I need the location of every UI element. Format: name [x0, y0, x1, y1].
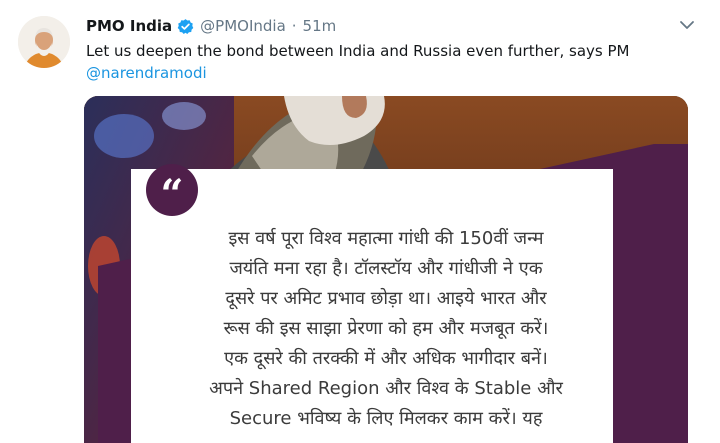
timestamp[interactable]: 51m — [303, 17, 337, 35]
quote-mark-icon: “ — [146, 164, 198, 218]
chevron-down-icon[interactable] — [678, 16, 696, 34]
author-handle[interactable]: @PMOIndia — [200, 17, 286, 35]
quote-line: इस वर्ष पूरा विश्व महात्मा गांधी की 150व… — [228, 228, 544, 249]
quote-line: एक दूसरे की तरक्की में और अधिक भागीदार ब… — [224, 348, 548, 369]
quote-line: Secure भविष्य के लिए मिलकर काम करें। यह — [229, 408, 543, 429]
verified-badge-icon — [177, 18, 194, 35]
mention-link[interactable]: @narendramodi — [86, 64, 207, 82]
tweet-media-image[interactable]: “ इस वर्ष पूरा विश्व महात्मा गांधी की 15… — [84, 96, 688, 443]
quote-line: रूस की इस साझा प्रेरणा को हम और मजबूत कर… — [223, 318, 549, 339]
quote-line: अपने Shared Region और विश्व के Stable और — [209, 378, 563, 399]
tweet-body: Let us deepen the bond between India and… — [86, 42, 630, 60]
tweet-header: PMO India @PMOIndia · 51m — [86, 14, 336, 38]
avatar[interactable] — [18, 16, 70, 68]
quote-line: दूसरे पर अमिट प्रभाव छोड़ा था। आइये भारत… — [225, 288, 547, 309]
quote-text: इस वर्ष पूरा विश्व महात्मा गांधी की 150व… — [166, 224, 606, 434]
author-name[interactable]: PMO India — [86, 17, 172, 35]
tweet-text: Let us deepen the bond between India and… — [86, 40, 686, 84]
separator-dot: · — [291, 17, 297, 35]
quote-line: जयंति मना रहा है। टॉलस्टॉय और गांधीजी ने… — [229, 258, 543, 279]
